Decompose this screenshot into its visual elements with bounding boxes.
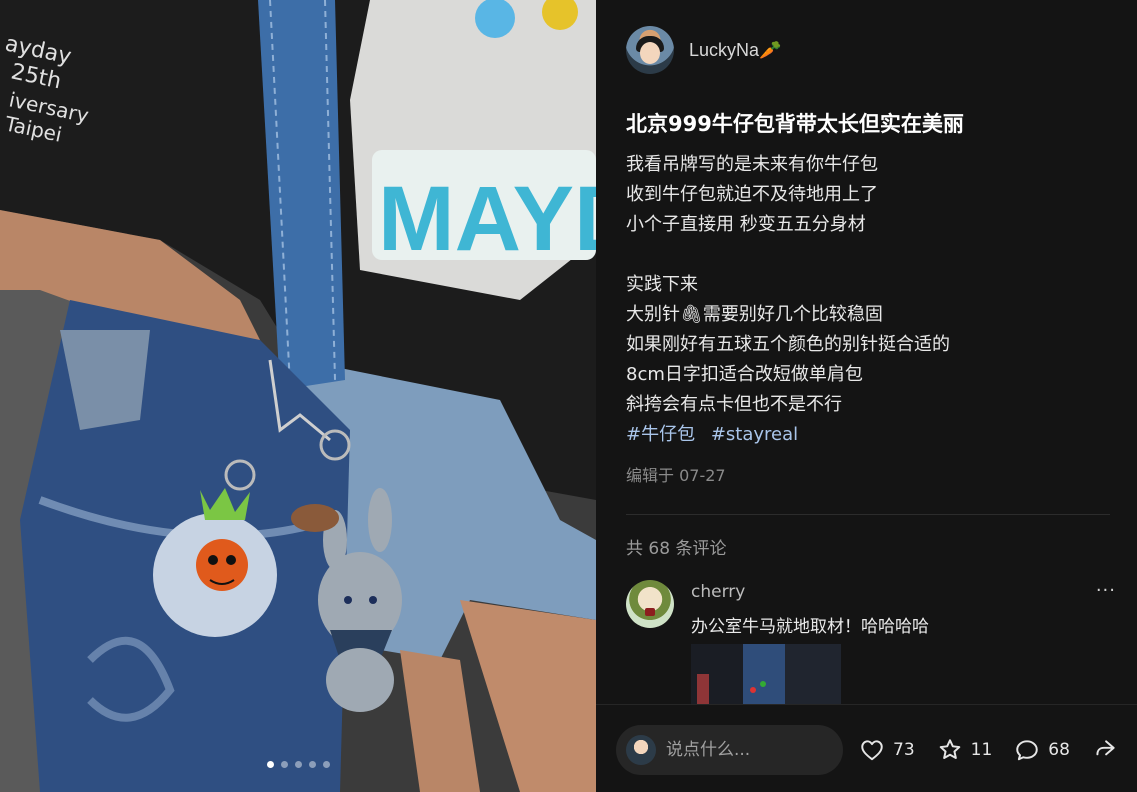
comment-count: 共 68 条评论 — [626, 539, 727, 559]
carousel-dot[interactable] — [308, 761, 316, 768]
comment-button[interactable]: 68 — [1014, 737, 1070, 763]
desc-line: 大别针🖇需要别好几个比较稳固 — [626, 304, 883, 325]
comment-image-graphic — [691, 644, 841, 706]
bottom-action-bar: 73 11 68 — [596, 704, 1137, 792]
share-button[interactable] — [1092, 737, 1118, 763]
carousel-dot[interactable] — [280, 761, 288, 768]
tag-link[interactable]: #牛仔包 — [626, 424, 695, 445]
carousel-dot[interactable] — [322, 761, 330, 768]
desc-line: 斜挎会有点卡但也不是不行 — [626, 394, 842, 415]
desc-line — [626, 240, 1106, 270]
my-avatar — [626, 735, 656, 765]
photo-illustration: MAYDA ayday 25th iversary Taipei — [0, 0, 596, 792]
shirt-print: MAYDA — [378, 168, 596, 270]
carrot-emoji: 🥕 — [759, 39, 782, 60]
like-count: 73 — [893, 740, 915, 760]
post-tags: #牛仔包 #stayreal — [626, 420, 1106, 450]
carousel-dot[interactable] — [294, 761, 302, 768]
comment-bubble-icon — [1016, 740, 1039, 761]
post-title: 北京999牛仔包背带太长但实在美丽 — [626, 112, 964, 136]
favorite-button[interactable]: 11 — [937, 737, 993, 763]
share-icon — [1096, 740, 1115, 756]
favorite-count: 11 — [970, 740, 993, 760]
like-button[interactable]: 73 — [859, 737, 915, 763]
desc-line: 如果刚好有五球五个颜色的别针挺合适的 — [626, 334, 950, 355]
comment-text: 办公室牛马就地取材！哈哈哈哈 — [691, 617, 929, 637]
commenter-avatar[interactable] — [626, 580, 674, 628]
desc-line: 小个子直接用 秒变五五分身材 — [626, 214, 866, 235]
post-photo[interactable]: MAYDA ayday 25th iversary Taipei — [0, 0, 596, 792]
tag-link[interactable]: #stayreal — [711, 424, 798, 445]
post-description: 我看吊牌写的是未来有你牛仔包 收到牛仔包就迫不及待地用上了 小个子直接用 秒变五… — [626, 150, 1106, 450]
desc-line: 8cm日字扣适合改短做单肩包 — [626, 364, 863, 385]
post-detail-panel: LuckyNa🥕 北京999牛仔包背带太长但实在美丽 我看吊牌写的是未来有你牛仔… — [596, 0, 1137, 792]
heart-icon — [861, 740, 883, 761]
edited-date: 编辑于 07-27 — [626, 466, 726, 485]
comment-total: 68 — [1048, 740, 1070, 760]
carousel-indicator[interactable] — [0, 761, 596, 768]
author-avatar[interactable] — [626, 26, 674, 74]
author-name[interactable]: LuckyNa🥕 — [689, 40, 781, 61]
carousel-dot[interactable] — [266, 761, 274, 768]
desc-line: 收到牛仔包就迫不及待地用上了 — [626, 184, 878, 205]
more-options-icon[interactable]: ··· — [1096, 580, 1116, 601]
desc-line: 我看吊牌写的是未来有你牛仔包 — [626, 154, 878, 175]
action-buttons: 73 11 68 — [859, 737, 1118, 763]
comment-image[interactable] — [691, 644, 841, 706]
comment-input[interactable] — [666, 740, 836, 760]
comment-input-box[interactable] — [616, 725, 843, 775]
divider — [626, 514, 1110, 515]
commenter-name[interactable]: cherry — [691, 582, 745, 602]
star-icon — [939, 739, 960, 759]
author-header[interactable]: LuckyNa🥕 — [626, 26, 781, 74]
desc-line: 实践下来 — [626, 274, 698, 295]
